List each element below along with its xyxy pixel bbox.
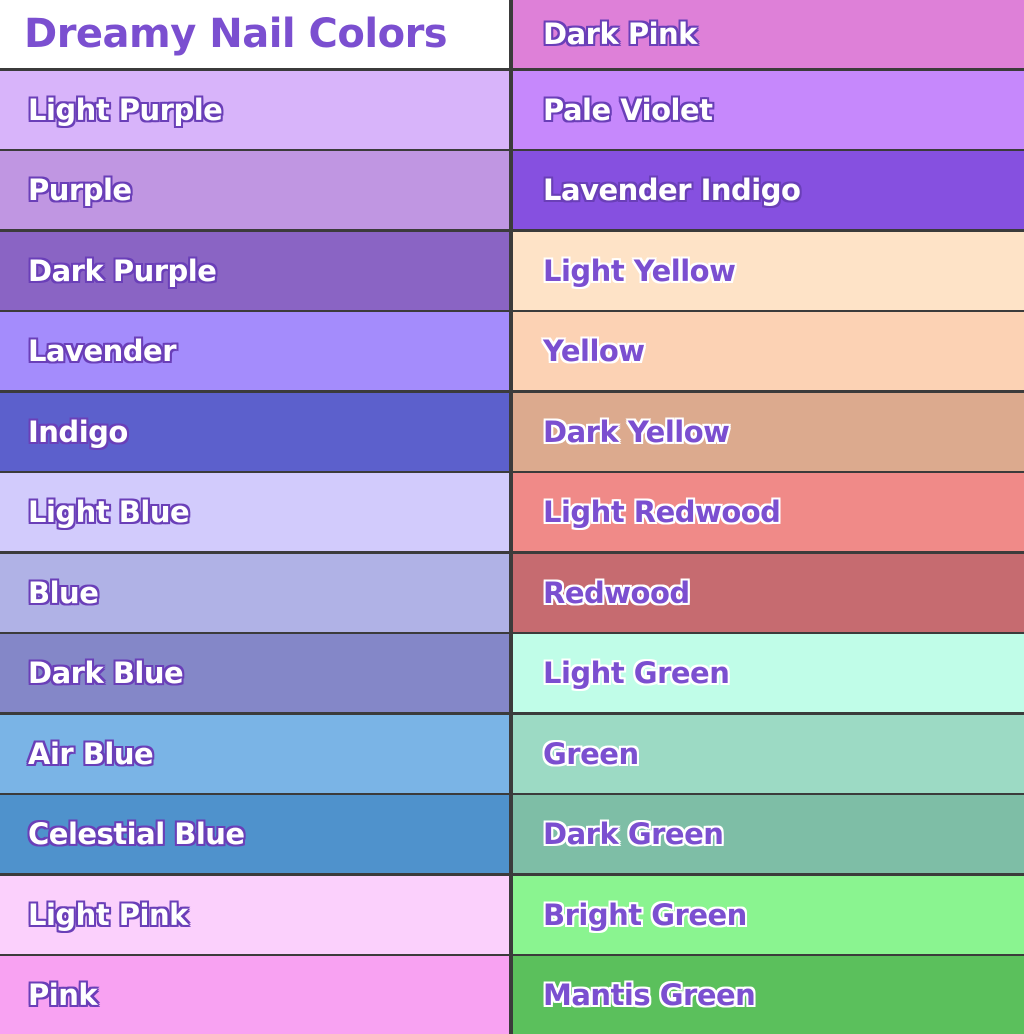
- color-label: Dark Yellow: [543, 414, 730, 449]
- color-swatch-redwood: Redwood: [513, 553, 1024, 632]
- color-label: Dark Pink: [543, 17, 697, 51]
- color-label: Dark Purple: [28, 253, 217, 288]
- color-label: Dark Green: [543, 817, 724, 851]
- color-label: Purple: [28, 173, 132, 207]
- color-swatch-celestial-blue: Celestial Blue: [0, 795, 509, 873]
- color-swatch-dark-yellow: Dark Yellow: [513, 392, 1024, 471]
- color-label: Dark Blue: [28, 656, 184, 690]
- color-label: Light Pink: [28, 897, 188, 932]
- color-swatch-yellow: Yellow: [513, 312, 1024, 390]
- color-swatch-pale-violet: Pale Violet: [513, 70, 1024, 149]
- color-label: Bright Green: [543, 897, 747, 932]
- color-swatch-dark-pink: Dark Pink: [513, 0, 1024, 68]
- color-label: Light Redwood: [543, 495, 781, 529]
- color-swatch-light-yellow: Light Yellow: [513, 231, 1024, 310]
- page-title: Dreamy Nail Colors: [24, 11, 448, 57]
- color-label: Redwood: [543, 575, 690, 610]
- color-label: Lavender Indigo: [543, 173, 801, 207]
- color-swatch-pink: Pink: [0, 956, 509, 1034]
- color-label: Light Green: [543, 656, 730, 690]
- color-swatch-dark-green: Dark Green: [513, 795, 1024, 873]
- color-label: Lavender: [28, 334, 177, 368]
- color-swatch-dark-blue: Dark Blue: [0, 634, 509, 712]
- color-swatch-lavender-indigo: Lavender Indigo: [513, 151, 1024, 229]
- color-swatch-lavender: Lavender: [0, 312, 509, 390]
- color-label: Yellow: [543, 334, 645, 368]
- color-chart-grid: Dreamy Nail Colors Light Purple Purple Dark…: [0, 0, 1024, 1034]
- color-swatch-mantis-green: Mantis Green: [513, 956, 1024, 1034]
- color-swatch-blue: Blue: [0, 553, 509, 632]
- color-label: Green: [543, 736, 639, 771]
- color-label: Blue: [28, 575, 99, 610]
- color-swatch-dark-purple: Dark Purple: [0, 231, 509, 310]
- color-swatch-light-blue: Light Blue: [0, 473, 509, 551]
- color-swatch-light-purple: Light Purple: [0, 70, 509, 149]
- color-label: Pink: [28, 978, 98, 1012]
- color-label: Light Yellow: [543, 253, 736, 288]
- color-label: Pale Violet: [543, 92, 713, 127]
- color-swatch-bright-green: Bright Green: [513, 875, 1024, 954]
- color-label: Light Purple: [28, 92, 223, 127]
- color-swatch-light-redwood: Light Redwood: [513, 473, 1024, 551]
- color-label: Celestial Blue: [28, 817, 245, 851]
- color-swatch-indigo: Indigo: [0, 392, 509, 471]
- color-swatch-green: Green: [513, 714, 1024, 793]
- color-label: Air Blue: [28, 736, 154, 771]
- color-swatch-purple: Purple: [0, 151, 509, 229]
- color-label: Light Blue: [28, 495, 190, 529]
- color-label: Indigo: [28, 414, 128, 449]
- color-swatch-light-green: Light Green: [513, 634, 1024, 712]
- title-cell: Dreamy Nail Colors: [0, 0, 509, 68]
- color-swatch-light-pink: Light Pink: [0, 875, 509, 954]
- color-swatch-air-blue: Air Blue: [0, 714, 509, 793]
- color-label: Mantis Green: [543, 978, 756, 1012]
